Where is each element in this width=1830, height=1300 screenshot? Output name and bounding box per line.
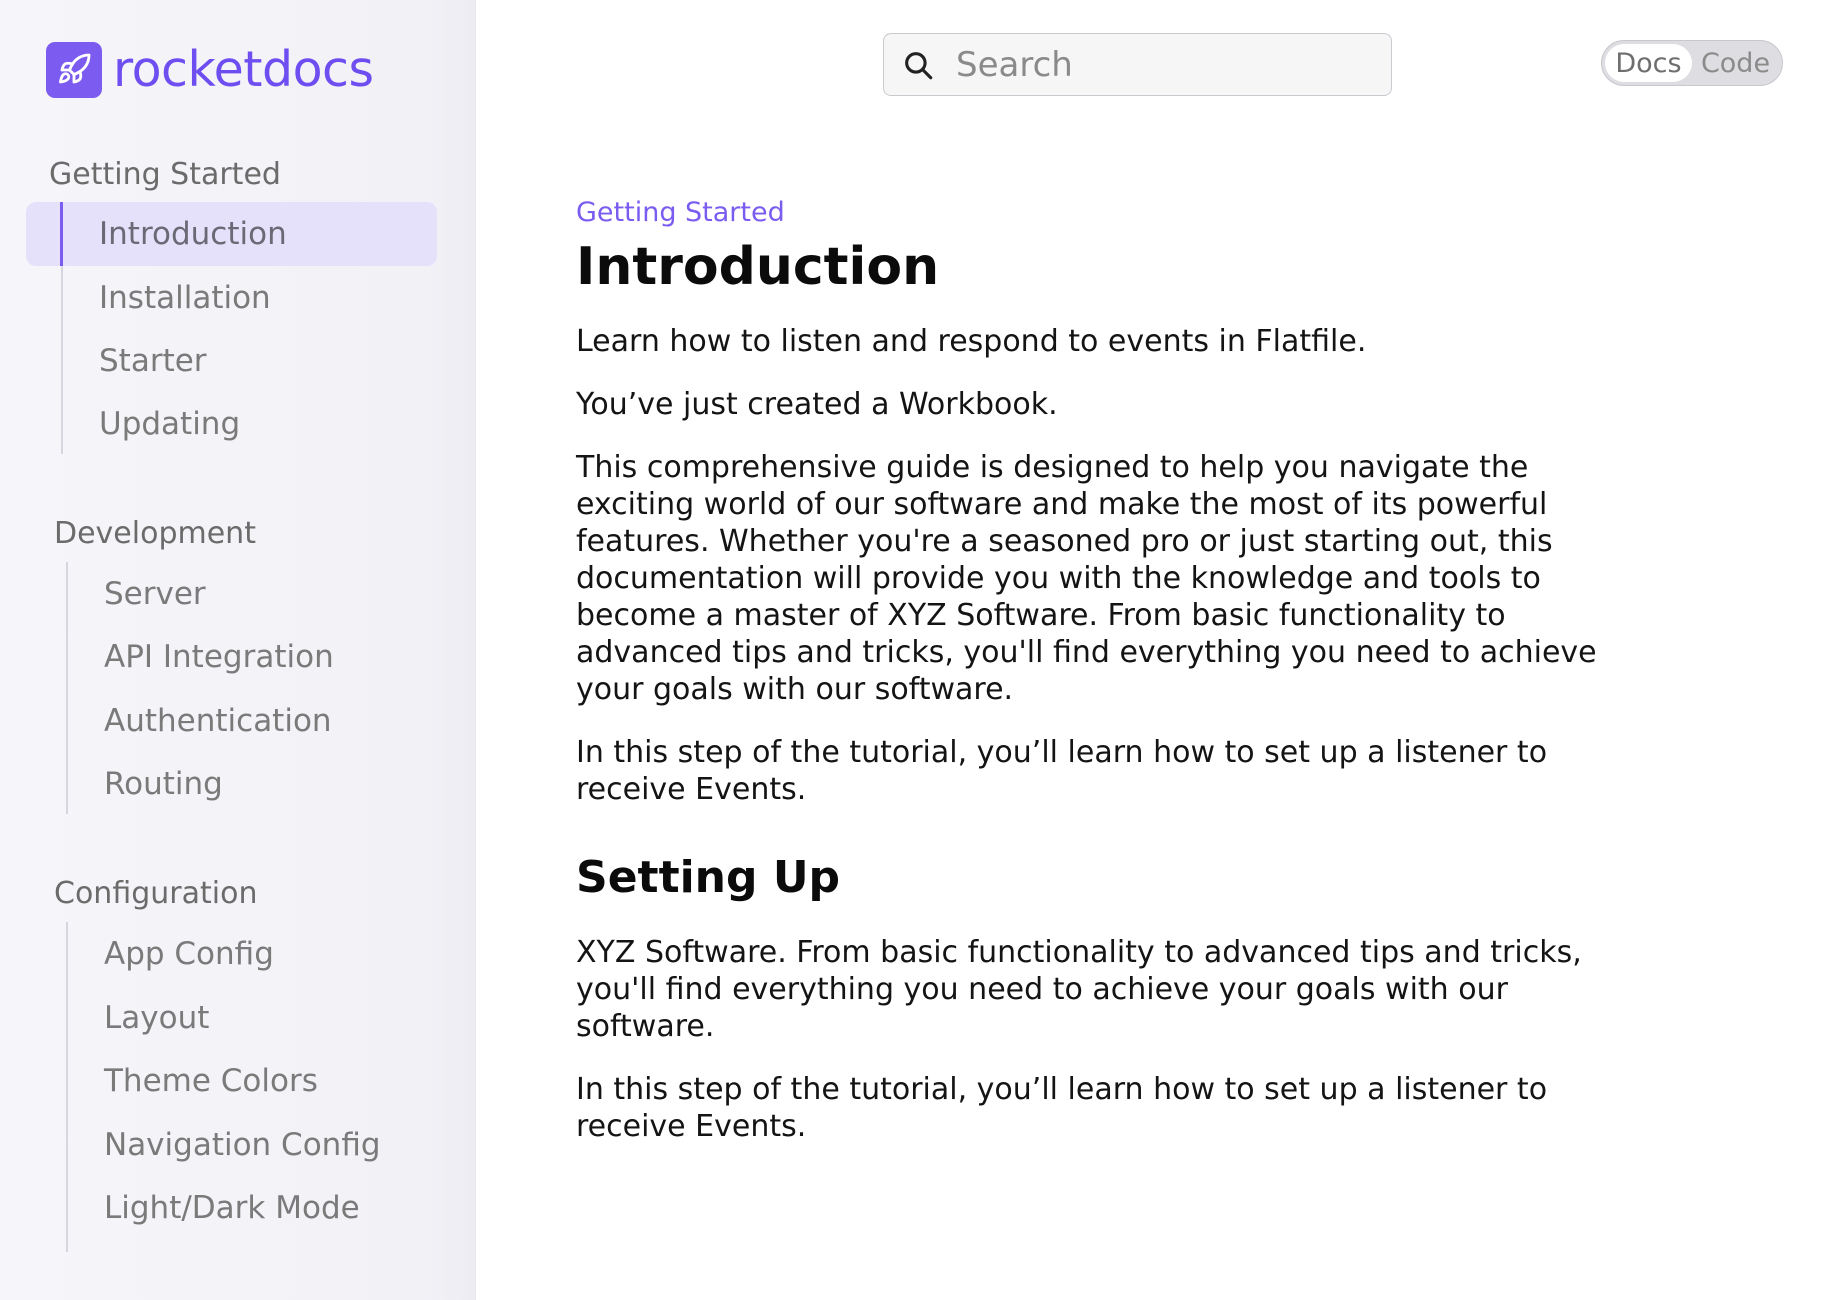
- sidebar: rocketdocs Getting Started Introduction …: [0, 0, 476, 1300]
- sidebar-item-label: Light/Dark Mode: [104, 1190, 360, 1226]
- section-title: Setting Up: [576, 852, 841, 903]
- sidebar-item-light-dark-mode[interactable]: Light/Dark Mode: [104, 1176, 360, 1240]
- sidebar-item-navigation-config[interactable]: Navigation Config: [104, 1113, 381, 1177]
- nav-heading-configuration: Configuration: [54, 876, 258, 911]
- sidebar-item-api-integration[interactable]: API Integration: [104, 625, 334, 689]
- article: Getting Started Introduction Learn how t…: [576, 196, 1616, 1145]
- sidebar-item-server[interactable]: Server: [104, 562, 206, 626]
- sidebar-item-label: Layout: [104, 1000, 210, 1036]
- sidebar-item-updating[interactable]: Updating: [99, 392, 240, 456]
- sidebar-item-introduction[interactable]: Introduction: [26, 202, 437, 266]
- search-box[interactable]: [883, 33, 1392, 96]
- brand-logo[interactable]: rocketdocs: [46, 42, 374, 98]
- sidebar-item-installation[interactable]: Installation: [99, 266, 271, 330]
- docs-code-toggle[interactable]: Docs Code: [1601, 40, 1783, 86]
- intro-paragraph: In this step of the tutorial, you’ll lea…: [576, 735, 1548, 807]
- sidebar-item-layout[interactable]: Layout: [104, 986, 209, 1050]
- sidebar-item-label: App Config: [104, 936, 274, 972]
- intro-paragraph: Learn how to listen and respond to event…: [576, 324, 1367, 359]
- sidebar-item-label: API Integration: [104, 639, 334, 675]
- sidebar-item-label: Introduction: [99, 216, 287, 252]
- sidebar-item-label: Starter: [99, 343, 207, 379]
- sidebar-item-app-config[interactable]: App Config: [104, 922, 274, 986]
- nav-rail: [66, 562, 68, 814]
- intro-paragraph: You’ve just created a Workbook.: [576, 387, 1058, 422]
- sidebar-item-theme-colors[interactable]: Theme Colors: [104, 1049, 318, 1113]
- intro-paragraph: This comprehensive guide is designed to …: [576, 450, 1597, 707]
- sidebar-item-routing[interactable]: Routing: [104, 752, 223, 816]
- sidebar-item-label: Routing: [104, 766, 223, 802]
- sidebar-item-authentication[interactable]: Authentication: [104, 689, 332, 753]
- section-paragraph: In this step of the tutorial, you’ll lea…: [576, 1072, 1548, 1144]
- breadcrumb[interactable]: Getting Started: [576, 196, 1616, 230]
- nav-heading-getting-started: Getting Started: [49, 157, 281, 192]
- search-icon: [900, 47, 936, 83]
- sidebar-item-starter[interactable]: Starter: [99, 329, 207, 393]
- sidebar-item-label: Updating: [99, 406, 241, 442]
- toggle-code[interactable]: Code: [1692, 44, 1779, 82]
- rocket-icon: [46, 42, 102, 98]
- sidebar-item-label: Authentication: [104, 703, 332, 739]
- nav-heading-development: Development: [54, 516, 256, 551]
- active-indicator: [60, 202, 63, 266]
- nav-rail: [66, 922, 68, 1252]
- sidebar-item-label: Installation: [99, 280, 271, 316]
- toggle-docs[interactable]: Docs: [1605, 44, 1692, 82]
- sidebar-item-label: Server: [104, 576, 206, 612]
- brand-name: rocketdocs: [113, 41, 374, 98]
- sidebar-item-label: Navigation Config: [104, 1127, 381, 1163]
- search-input[interactable]: [954, 43, 1374, 86]
- section-paragraph: XYZ Software. From basic functionality t…: [576, 935, 1582, 1044]
- sidebar-item-label: Theme Colors: [104, 1063, 318, 1099]
- page-title: Introduction: [576, 237, 940, 297]
